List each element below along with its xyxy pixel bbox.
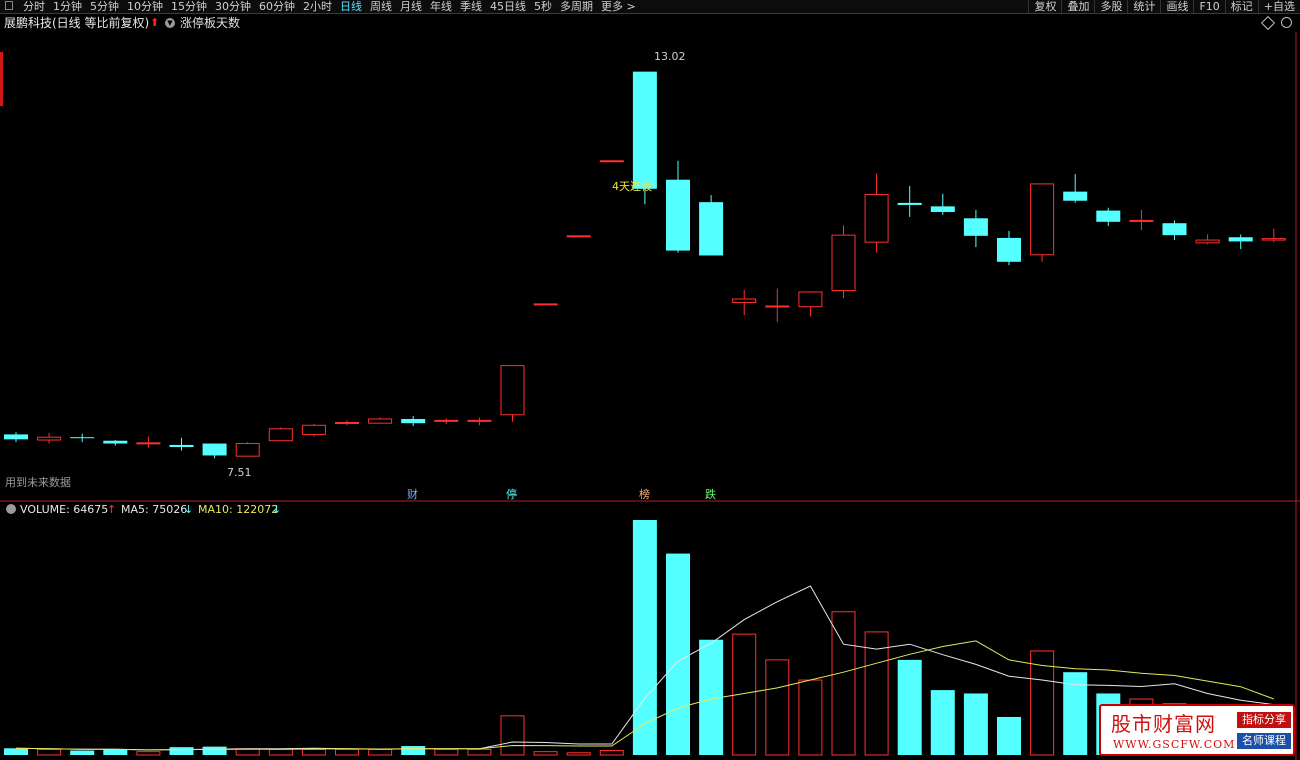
candle-body [1261, 238, 1286, 241]
candle-body [467, 419, 492, 422]
candle-body [1096, 210, 1121, 222]
volume-bar [136, 751, 161, 756]
kline-chart[interactable]: 13.02 7.51 4天连板 用到未来数据 财 停 榜 跌 VOLUME: 6… [0, 0, 1300, 760]
volume-bar [4, 748, 28, 755]
volume-bar [202, 746, 227, 755]
streak-days-label: 4天连板 [612, 179, 652, 193]
candle-body [301, 424, 326, 435]
event-tag-bang[interactable]: 榜 [639, 487, 650, 501]
ma10-label: MA10: 122072 [198, 503, 278, 516]
candle-body [70, 437, 95, 439]
volume-bar [301, 748, 326, 756]
candle-body [666, 179, 690, 251]
volume-bar [599, 750, 624, 756]
volume-bar [401, 746, 426, 755]
candles [4, 71, 1286, 459]
candle-body [136, 442, 161, 445]
volume-up-arrow-icon: ↑ [107, 503, 116, 516]
candle-body [997, 237, 1021, 262]
candle-body [765, 305, 790, 308]
candle-body [1162, 223, 1187, 236]
volume-bar [434, 748, 459, 756]
volume-bar [103, 749, 128, 755]
logo-url: WWW.GSCFW.COM [1113, 738, 1236, 751]
candle-body [632, 71, 657, 189]
candle-body [897, 202, 922, 205]
volume-panel-toggle-icon [6, 504, 16, 514]
volume-bar [467, 748, 492, 756]
volume-bar [37, 748, 62, 756]
candle-body [1129, 219, 1154, 222]
volume-bar [666, 553, 690, 755]
volume-bar [930, 690, 955, 755]
volume-bar [566, 752, 591, 756]
high-price-label: 13.02 [654, 50, 686, 63]
volume-bar [500, 715, 525, 756]
candle-body [1063, 191, 1088, 201]
volume-bar [997, 716, 1021, 755]
logo-name: 股市财富网 [1111, 712, 1216, 736]
candle-body [368, 418, 393, 424]
candle-body [1030, 183, 1055, 256]
candle-body [864, 193, 889, 243]
volume-bar [70, 750, 95, 755]
volume-bar [831, 611, 856, 756]
candle-body [37, 436, 62, 441]
candle-body [732, 298, 757, 303]
logo-tag-course: 名师课程 [1237, 733, 1291, 749]
volume-bar [798, 679, 823, 756]
ma5-label: MA5: 75026 [121, 503, 187, 516]
candle-body [335, 421, 359, 424]
candle-body [798, 291, 823, 308]
candle-body [103, 440, 128, 444]
event-tag-ting[interactable]: 停 [506, 487, 517, 501]
volume-bar [335, 748, 359, 756]
ma5-down-arrow-icon: ↓ [184, 503, 193, 516]
candle-body [434, 419, 459, 422]
event-tag-cai[interactable]: 财 [407, 487, 418, 501]
volume-bar [897, 659, 922, 755]
volume-label: VOLUME: 64675 [20, 503, 108, 516]
chart-labels: 13.02 7.51 4天连板 用到未来数据 财 停 榜 跌 VOLUME: 6… [5, 50, 716, 516]
candle-body [533, 303, 558, 306]
candle-body [401, 418, 426, 424]
candle-body [930, 206, 955, 212]
candle-body [4, 434, 28, 440]
volume-bar [864, 631, 889, 756]
future-data-note: 用到未来数据 [5, 475, 71, 489]
volume-bar [533, 751, 558, 756]
volume-bar [368, 748, 393, 756]
low-price-label: 7.51 [227, 466, 252, 479]
candle-body [699, 202, 724, 256]
candle-body [169, 444, 194, 448]
volume-bar [765, 659, 790, 756]
candle-body [963, 218, 988, 236]
candle-body [1195, 239, 1220, 244]
candle-body [235, 443, 260, 457]
event-tag-die[interactable]: 跌 [705, 487, 716, 501]
candle-body [268, 428, 293, 442]
ma10-down-arrow-icon: ↓ [272, 503, 281, 516]
logo-tag-share: 指标分享 [1237, 712, 1291, 728]
candle-body [1228, 237, 1253, 242]
volume-bar [169, 747, 194, 755]
candle-body [566, 235, 591, 238]
candle-body [500, 365, 525, 416]
volume-bar [268, 748, 293, 756]
volume-bar [963, 693, 988, 755]
volume-bars [4, 520, 1286, 756]
candle-body [202, 443, 227, 456]
candle-body [599, 160, 624, 163]
watermark-logo: 股市财富网 WWW.GSCFW.COM 指标分享 名师课程 [1099, 704, 1295, 756]
candle-body [831, 234, 856, 292]
volume-bar [235, 748, 260, 756]
